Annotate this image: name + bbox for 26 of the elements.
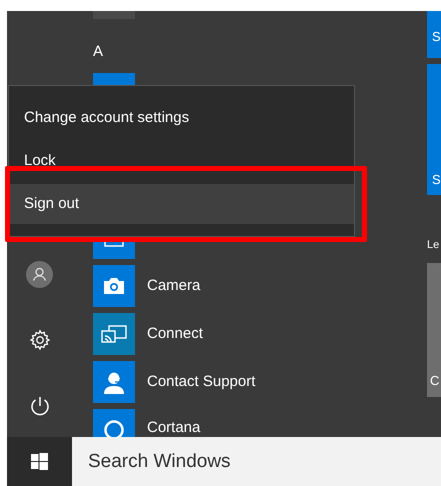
tile-group-label: Le xyxy=(427,238,440,253)
live-tile[interactable]: S xyxy=(427,11,441,58)
live-tile[interactable]: C xyxy=(427,263,441,397)
support-agent-icon xyxy=(103,370,125,394)
app-list-item[interactable]: Connect xyxy=(93,313,406,361)
menu-item[interactable]: Sign out xyxy=(9,184,354,224)
settings-icon[interactable] xyxy=(28,329,50,351)
app-name: Camera xyxy=(147,276,200,296)
live-tile[interactable]: S xyxy=(427,64,441,195)
menu-item[interactable]: Change account settings xyxy=(9,98,354,138)
windows-logo-icon xyxy=(31,453,48,470)
app-name: Contact Support xyxy=(147,372,256,392)
power-icon[interactable] xyxy=(28,395,50,417)
section-letter[interactable]: A xyxy=(93,19,406,73)
app-list-item[interactable]: Contact Support xyxy=(93,361,406,409)
app-name: Cortana xyxy=(147,418,200,437)
menu-item[interactable]: Lock xyxy=(9,141,354,181)
camera-icon xyxy=(103,277,125,295)
user-avatar-icon[interactable] xyxy=(26,260,53,288)
start-button[interactable] xyxy=(7,437,72,486)
search-field[interactable]: Search Windows xyxy=(72,437,441,486)
cast-screen-icon xyxy=(101,324,127,344)
app-list-item[interactable]: Cortana xyxy=(93,409,406,437)
cortana-ring-icon xyxy=(103,419,125,437)
app-name: Connect xyxy=(147,324,203,344)
app-list-item[interactable]: Camera xyxy=(93,265,406,313)
